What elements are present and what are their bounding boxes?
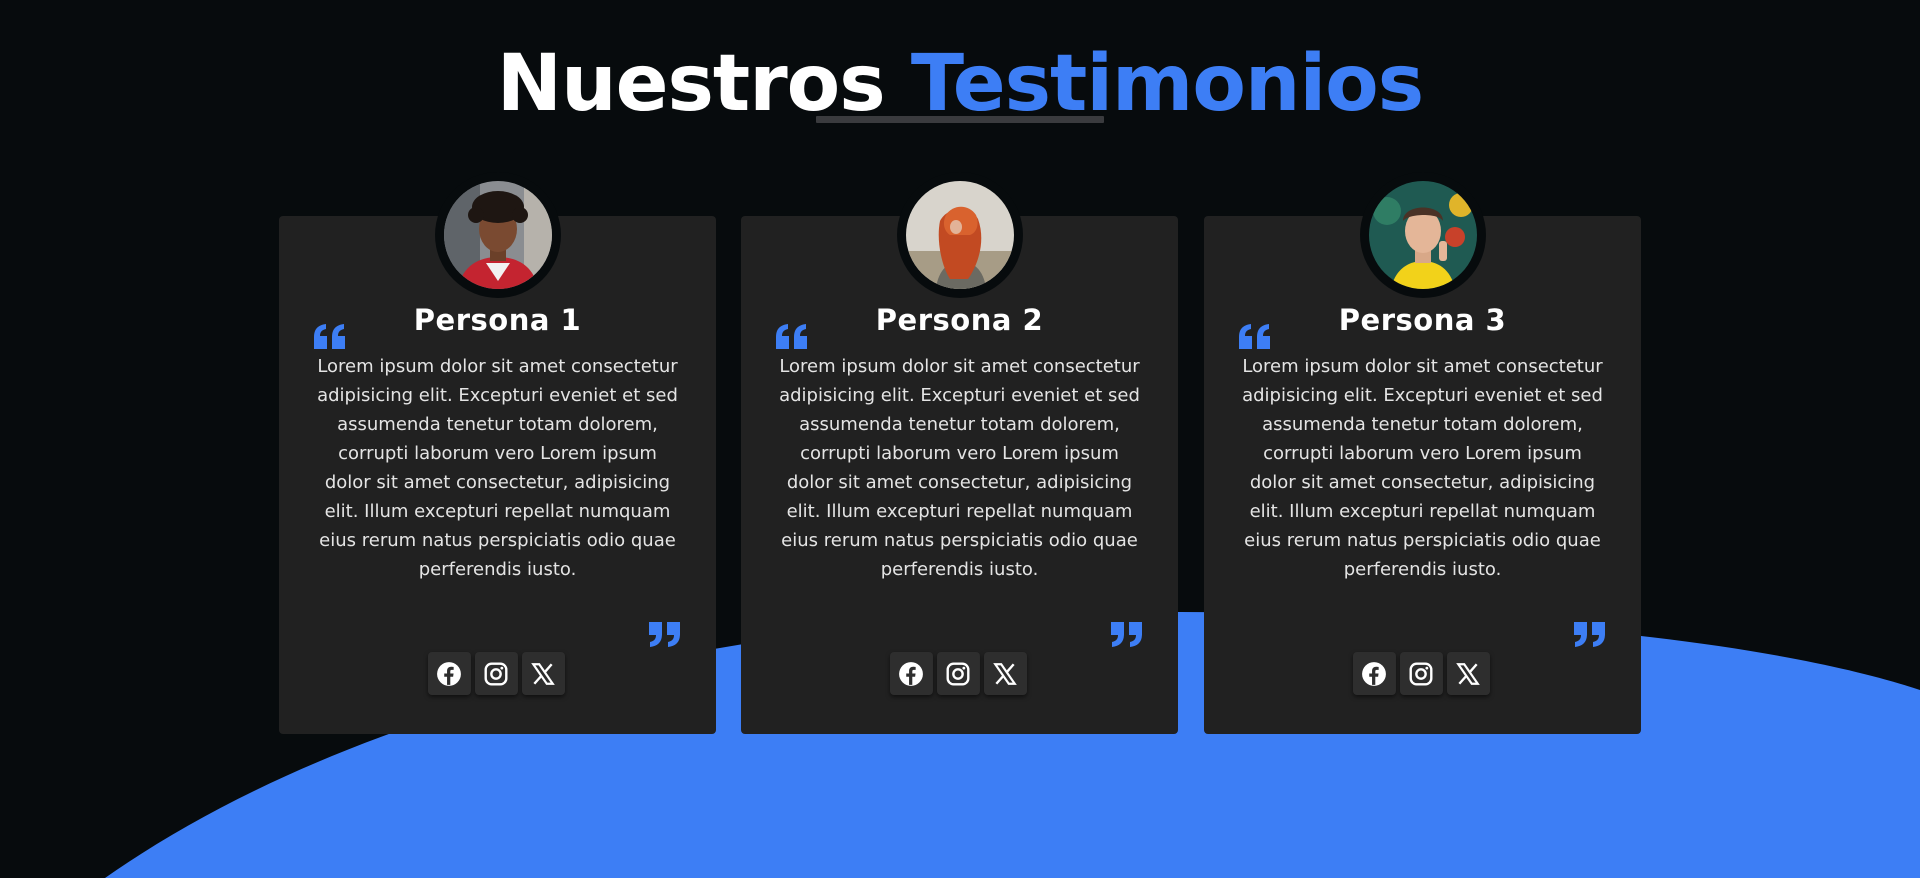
avatar-persona-2 bbox=[905, 181, 1014, 289]
avatar-ring bbox=[896, 172, 1023, 298]
x-button[interactable] bbox=[983, 652, 1027, 695]
instagram-icon bbox=[1409, 662, 1433, 685]
avatar-persona-1 bbox=[443, 181, 552, 289]
instagram-icon bbox=[946, 662, 970, 685]
testimonial-card-2: Persona 2 Lorem ipsum dolor sit amet con… bbox=[741, 172, 1178, 734]
instagram-button[interactable] bbox=[936, 652, 980, 695]
quote-close-icon bbox=[646, 622, 682, 648]
x-button[interactable] bbox=[521, 652, 565, 695]
facebook-button[interactable] bbox=[427, 652, 471, 695]
social-links bbox=[1352, 652, 1490, 695]
facebook-button[interactable] bbox=[889, 652, 933, 695]
testimonial-name: Persona 3 bbox=[1338, 303, 1507, 337]
avatar-ring bbox=[1359, 172, 1486, 298]
testimonial-text: Lorem ipsum dolor sit amet consectetur a… bbox=[317, 356, 678, 580]
social-links bbox=[427, 652, 565, 695]
quote-close-icon bbox=[1108, 622, 1144, 648]
quote-close-icon bbox=[1571, 622, 1607, 648]
testimonials-section: Nuestros Testimonios Persona 1 Lorem ips… bbox=[0, 0, 1920, 878]
x-icon bbox=[993, 662, 1017, 685]
testimonial-text: Lorem ipsum dolor sit amet consectetur a… bbox=[779, 356, 1140, 580]
avatar-persona-3 bbox=[1368, 181, 1477, 289]
testimonial-name: Persona 1 bbox=[413, 303, 582, 337]
instagram-button[interactable] bbox=[1399, 652, 1443, 695]
facebook-icon bbox=[1362, 661, 1386, 686]
title-underline bbox=[816, 116, 1104, 123]
instagram-icon bbox=[484, 662, 508, 685]
facebook-button[interactable] bbox=[1352, 652, 1396, 695]
testimonial-text: Lorem ipsum dolor sit amet consectetur a… bbox=[1242, 356, 1603, 580]
instagram-button[interactable] bbox=[474, 652, 518, 695]
testimonial-card-3: Persona 3 Lorem ipsum dolor sit amet con… bbox=[1204, 172, 1641, 734]
x-button[interactable] bbox=[1446, 652, 1490, 695]
testimonial-card-1: Persona 1 Lorem ipsum dolor sit amet con… bbox=[279, 172, 716, 734]
facebook-icon bbox=[899, 661, 923, 686]
x-icon bbox=[1456, 662, 1480, 685]
x-icon bbox=[531, 662, 555, 685]
avatar-ring bbox=[434, 172, 561, 298]
facebook-icon bbox=[437, 661, 461, 686]
testimonial-name: Persona 2 bbox=[875, 303, 1044, 337]
social-links bbox=[889, 652, 1027, 695]
